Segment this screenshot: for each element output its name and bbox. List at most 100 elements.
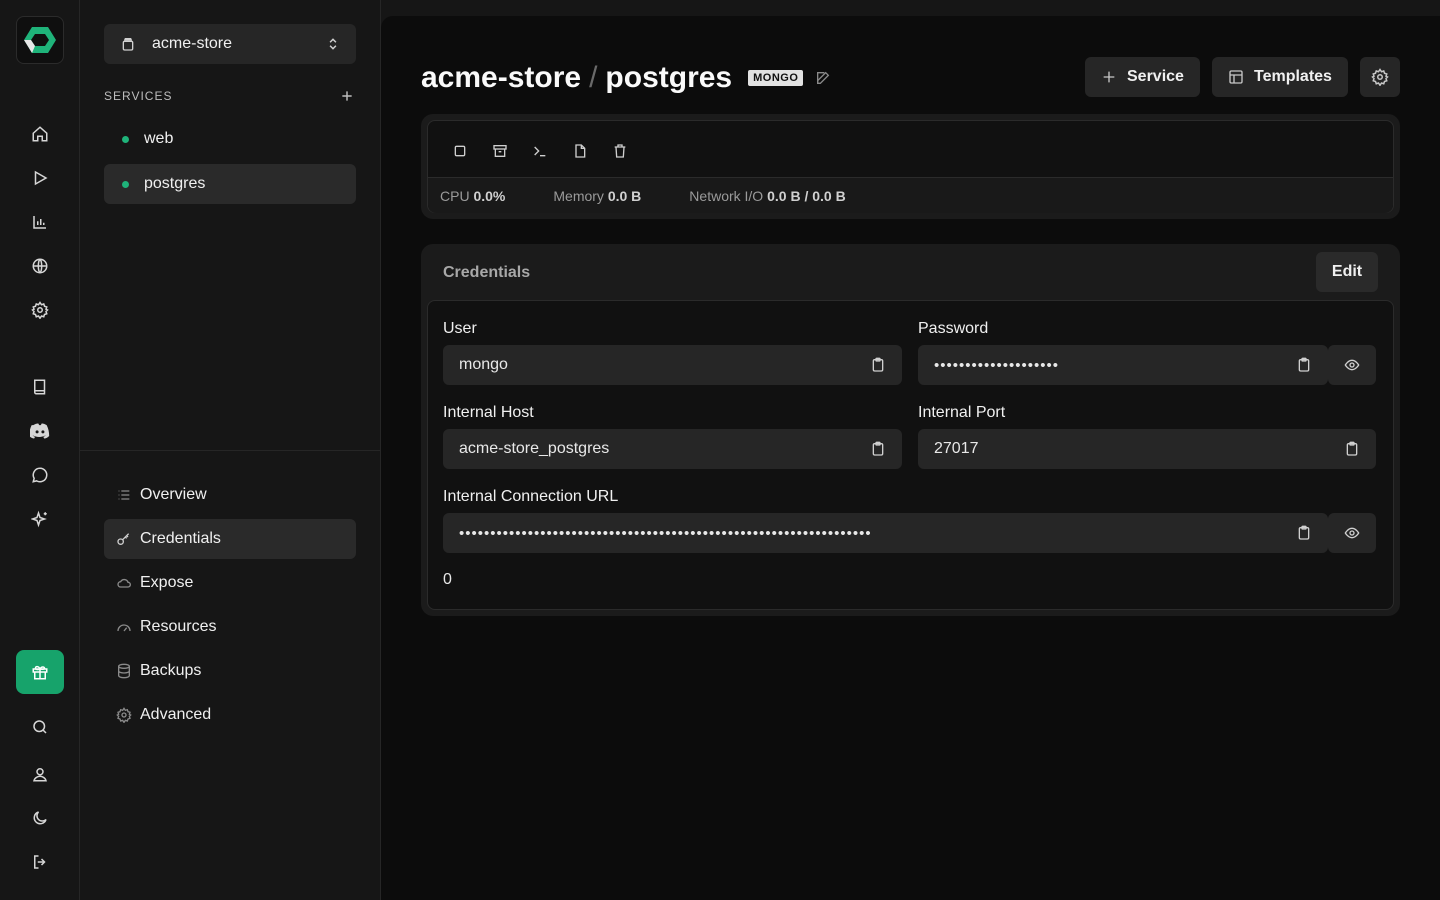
globe-icon bbox=[32, 258, 48, 274]
password-field[interactable]: •••••••••••••••••••• bbox=[918, 345, 1328, 385]
logs-button[interactable] bbox=[560, 137, 600, 165]
show-password-button[interactable] bbox=[1328, 345, 1376, 385]
nav-label: Resources bbox=[140, 618, 217, 635]
cpu-value: 0.0% bbox=[473, 187, 506, 204]
whats-new-button[interactable] bbox=[20, 501, 60, 537]
edit-credentials-button[interactable]: Edit bbox=[1316, 252, 1378, 292]
templates-button[interactable]: Templates bbox=[1212, 57, 1348, 97]
monitoring-button[interactable] bbox=[20, 204, 60, 240]
clipboard-icon[interactable] bbox=[870, 357, 886, 373]
services-heading: SERVICES bbox=[104, 89, 173, 103]
host-label: Internal Host bbox=[443, 404, 534, 421]
gift-icon bbox=[32, 665, 48, 680]
service-actions-inner: CPU 0.0% Memory 0.0 B Network I/O 0.0 B … bbox=[427, 120, 1394, 213]
eye-icon bbox=[1344, 527, 1360, 539]
status-dot bbox=[122, 180, 129, 188]
settings-button[interactable] bbox=[20, 292, 60, 328]
project-selector[interactable]: acme-store bbox=[104, 24, 356, 64]
user-circle-icon bbox=[33, 768, 47, 782]
service-item-postgres[interactable]: postgres bbox=[104, 164, 356, 204]
nav-item-credentials[interactable]: Credentials bbox=[104, 519, 356, 559]
templates-label: Templates bbox=[1254, 68, 1332, 85]
user-value: mongo bbox=[459, 356, 508, 373]
logout-icon bbox=[34, 855, 46, 869]
key-icon bbox=[117, 533, 130, 545]
credentials-title: Credentials bbox=[443, 264, 531, 281]
delete-button[interactable] bbox=[600, 137, 640, 165]
network-value: 0.0 B / 0.0 B bbox=[767, 187, 846, 204]
list-icon bbox=[118, 490, 130, 500]
logout-button[interactable] bbox=[20, 844, 60, 880]
archive-button[interactable] bbox=[480, 137, 520, 165]
service-label: web bbox=[144, 130, 174, 147]
account-button[interactable] bbox=[20, 756, 60, 792]
title-project: acme-store bbox=[421, 61, 582, 94]
play-icon bbox=[34, 170, 48, 186]
clipboard-icon[interactable] bbox=[1296, 525, 1312, 541]
nav-label: Credentials bbox=[140, 530, 221, 547]
service-item-web[interactable]: web bbox=[104, 119, 356, 159]
discord-icon bbox=[30, 423, 50, 439]
file-icon bbox=[575, 144, 586, 158]
nav-item-advanced[interactable]: Advanced bbox=[104, 695, 356, 735]
stop-icon bbox=[454, 145, 466, 157]
title-service: postgres bbox=[605, 61, 733, 94]
bar-chart-icon bbox=[33, 216, 46, 229]
plus-icon[interactable] bbox=[340, 89, 354, 103]
cpu-stat: CPU 0.0% bbox=[440, 188, 505, 204]
theme-toggle-button[interactable] bbox=[20, 800, 60, 836]
gear-icon bbox=[116, 707, 132, 723]
host-value: acme-store_postgres bbox=[459, 440, 610, 457]
gift-button[interactable] bbox=[16, 650, 64, 694]
logo[interactable] bbox=[16, 16, 64, 64]
port-field[interactable]: 27017 bbox=[918, 429, 1376, 469]
console-button[interactable] bbox=[520, 137, 560, 165]
user-label: User bbox=[443, 320, 477, 337]
port-label: Internal Port bbox=[918, 404, 1006, 421]
stop-button[interactable] bbox=[440, 137, 480, 165]
domains-button[interactable] bbox=[20, 248, 60, 284]
clipboard-icon[interactable] bbox=[1344, 441, 1360, 457]
archive-icon bbox=[493, 145, 507, 157]
container-icon bbox=[122, 38, 134, 51]
connection-url-field[interactable]: ••••••••••••••••••••••••••••••••••••••••… bbox=[443, 513, 1328, 553]
resource-stats: CPU 0.0% Memory 0.0 B Network I/O 0.0 B … bbox=[428, 177, 1393, 213]
nav-item-backups[interactable]: Backups bbox=[104, 651, 356, 691]
gauge-icon bbox=[117, 624, 131, 632]
cloud-icon bbox=[117, 578, 131, 588]
password-value: •••••••••••••••••••• bbox=[934, 356, 1060, 374]
connection-url-value: ••••••••••••••••••••••••••••••••••••••••… bbox=[459, 524, 872, 542]
show-url-button[interactable] bbox=[1328, 513, 1376, 553]
host-field[interactable]: acme-store_postgres bbox=[443, 429, 902, 469]
database-icon bbox=[118, 663, 130, 679]
main-content: acme-store / postgres MONGO Service Temp… bbox=[381, 16, 1440, 900]
nav-label: Backups bbox=[140, 662, 202, 679]
gear-icon bbox=[1371, 68, 1389, 86]
nav-item-expose[interactable]: Expose bbox=[104, 563, 356, 603]
services-header: SERVICES bbox=[104, 86, 356, 106]
nav-label: Advanced bbox=[140, 706, 212, 723]
home-button[interactable] bbox=[20, 116, 60, 152]
book-icon bbox=[34, 379, 46, 395]
cpu-label: CPU bbox=[440, 187, 470, 204]
discord-button[interactable] bbox=[20, 413, 60, 449]
gear-icon bbox=[31, 301, 49, 319]
deployments-button[interactable] bbox=[20, 160, 60, 196]
port-value: 27017 bbox=[934, 440, 979, 457]
clipboard-icon[interactable] bbox=[870, 441, 886, 457]
eye-icon bbox=[1344, 359, 1360, 371]
connection-url-label: Internal Connection URL bbox=[443, 488, 619, 505]
page-title: acme-store / postgres MONGO bbox=[421, 60, 831, 96]
user-field[interactable]: mongo bbox=[443, 345, 902, 385]
add-service-button[interactable]: Service bbox=[1085, 57, 1200, 97]
edit-icon[interactable] bbox=[815, 70, 831, 86]
layout-template-icon bbox=[1229, 70, 1243, 84]
search-button[interactable] bbox=[20, 709, 60, 745]
clipboard-icon[interactable] bbox=[1296, 357, 1312, 373]
memory-stat: Memory 0.0 B bbox=[553, 188, 641, 204]
nav-item-overview[interactable]: Overview bbox=[104, 475, 356, 515]
feedback-button[interactable] bbox=[20, 457, 60, 493]
nav-item-resources[interactable]: Resources bbox=[104, 607, 356, 647]
docs-button[interactable] bbox=[20, 369, 60, 405]
service-settings-button[interactable] bbox=[1360, 57, 1400, 97]
